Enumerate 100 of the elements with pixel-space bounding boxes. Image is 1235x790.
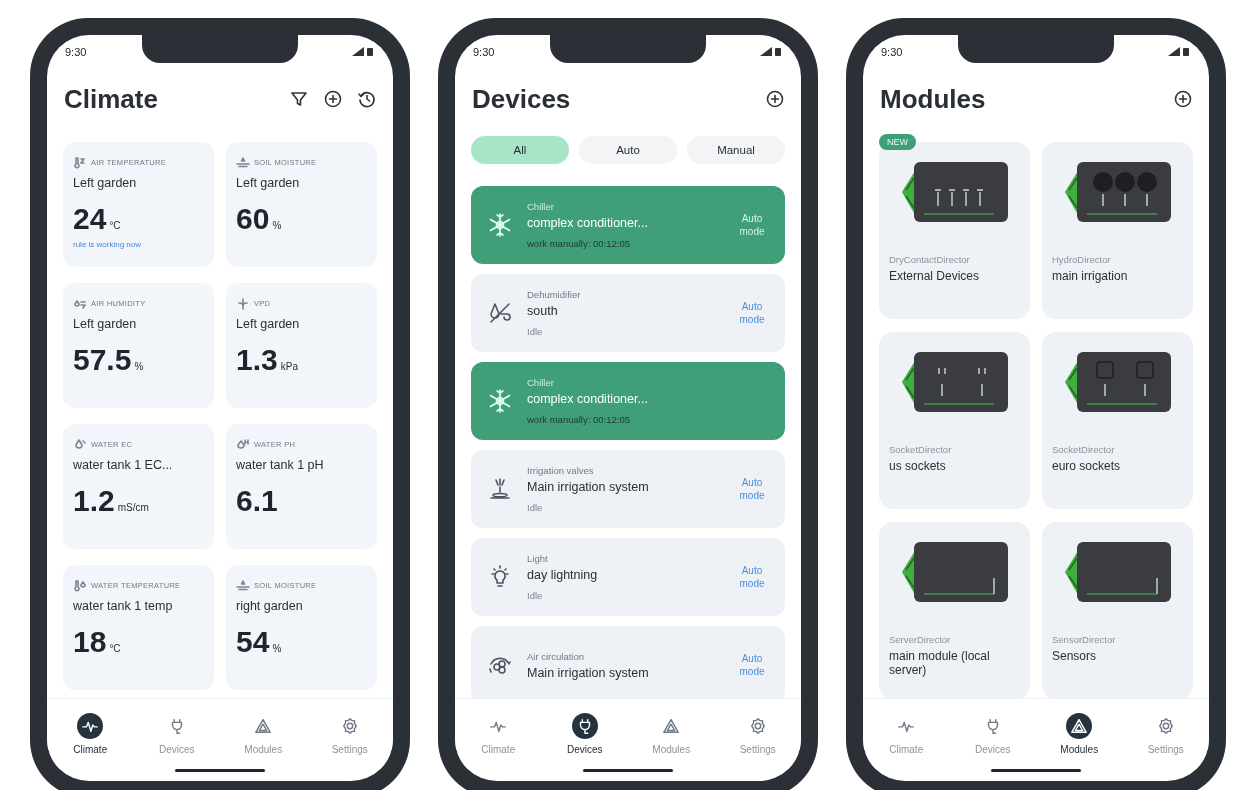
- humidity-icon: [73, 297, 87, 310]
- battery-icon: [775, 47, 781, 56]
- battery-icon: [367, 47, 373, 56]
- status-time: 9:30: [473, 45, 495, 58]
- add-icon[interactable]: [765, 89, 785, 109]
- sensor-value: 18: [73, 625, 107, 659]
- filter-tab[interactable]: All: [471, 136, 569, 164]
- device-name: south: [527, 304, 559, 318]
- module-name: main module (local server): [889, 649, 991, 677]
- sensor-location: Left garden: [236, 317, 301, 331]
- triangle-logo-icon: [1070, 717, 1089, 735]
- sensor-location: water tank 1 temp: [73, 599, 174, 613]
- snowflake-icon: [487, 212, 513, 238]
- status-time: 9:30: [65, 45, 87, 58]
- device-card[interactable]: Light day lightning Idle Auto mode: [471, 538, 785, 616]
- device-type: Dehumidifier: [527, 289, 582, 300]
- device-name: Main irrigation system: [527, 665, 650, 680]
- module-type: SensorDirector: [1052, 634, 1117, 645]
- sensor-unit: kPa: [280, 361, 298, 372]
- device-name: complex conditioner...: [527, 216, 649, 230]
- settings-icon: [748, 717, 767, 735]
- screen-title: Devices: [472, 83, 571, 115]
- new-badge: NEW: [879, 134, 916, 150]
- battery-icon: [1183, 47, 1189, 56]
- sensor-value: 1.2: [73, 484, 115, 518]
- sensor-location: Left garden: [236, 176, 301, 190]
- module-name: External Devices: [889, 269, 981, 283]
- snowflake-icon: [487, 388, 513, 414]
- filter-icon[interactable]: [289, 89, 309, 109]
- thermometer-icon: [73, 579, 87, 592]
- device-type: Chiller: [527, 377, 555, 388]
- device-card[interactable]: Air circulation Main irrigation system Auto mode: [471, 626, 785, 698]
- module-name: us sockets: [889, 459, 947, 473]
- add-icon[interactable]: [1173, 89, 1193, 109]
- module-type: DryContactDirector: [889, 254, 971, 265]
- history-icon[interactable]: [357, 89, 377, 109]
- sensor-value: 54: [236, 625, 270, 659]
- sensor-value: 57.5: [73, 343, 132, 377]
- add-icon[interactable]: [323, 89, 343, 109]
- module-card[interactable]: HydroDirector main irrigation: [1042, 142, 1193, 319]
- module-name: Sensors: [1052, 649, 1098, 663]
- device-card[interactable]: Irrigation valves Main irrigation system Idle Auto mode: [471, 450, 785, 528]
- sensor-location: Left garden: [73, 317, 138, 331]
- module-card[interactable]: SensorDirector Sensors: [1042, 522, 1193, 698]
- status-time: 9:30: [881, 45, 903, 58]
- nav-tab[interactable]: Devices: [541, 699, 628, 769]
- device-card[interactable]: Chiller complex conditioner... work manually: 00:12:05 Auto mode: [471, 186, 785, 264]
- module-card[interactable]: SocketDirector euro sockets: [1042, 332, 1193, 509]
- sensor-location: right garden: [236, 599, 304, 613]
- triangle-logo-icon: [662, 717, 681, 735]
- sensor-unit: %: [134, 361, 144, 372]
- device-name: complex conditioner...: [527, 392, 649, 406]
- device-type: Irrigation valves: [527, 465, 595, 476]
- drop-icon: [236, 438, 250, 451]
- nav-tab[interactable]: Modules: [1036, 699, 1123, 769]
- sensor-unit: °C: [109, 220, 121, 231]
- rule-status-text: rule is working now: [73, 240, 143, 249]
- device-status: Idle: [527, 590, 544, 601]
- module-type: SocketDirector: [1052, 444, 1116, 455]
- module-card[interactable]: SocketDirector us sockets: [879, 332, 1030, 509]
- soil-drop-icon: [236, 156, 250, 169]
- signal-icon: [760, 47, 772, 56]
- module-card[interactable]: ServerDirector main module (local server): [879, 522, 1030, 698]
- signal-icon: [352, 47, 364, 56]
- device-status: work manually: 00:12:05: [527, 238, 631, 249]
- device-name: Main irrigation system: [527, 480, 650, 494]
- device-type: Air circulation: [527, 650, 586, 662]
- module-type: HydroDirector: [1052, 254, 1112, 265]
- sensor-value: 1.3: [236, 343, 278, 377]
- settings-icon: [1156, 717, 1175, 735]
- sensor-unit: °C: [109, 643, 121, 654]
- device-status: work manually: 00:12:05: [527, 414, 631, 425]
- screen-title: Climate: [64, 83, 158, 115]
- wind-drop-icon: [487, 300, 513, 326]
- filter-tab[interactable]: Auto: [579, 136, 677, 164]
- sensor-value: 6.1: [236, 484, 278, 518]
- module-type: SocketDirector: [889, 444, 953, 455]
- device-type: Chiller: [527, 201, 555, 212]
- triangle-logo-icon: [254, 717, 273, 735]
- sensor-unit: mS/cm: [117, 502, 149, 513]
- filter-tab[interactable]: Manual: [687, 136, 785, 164]
- screen-title: Modules: [880, 83, 986, 115]
- device-card[interactable]: Chiller complex conditioner... work manually: 00:12:05: [471, 362, 785, 440]
- soil-drop-icon: [236, 579, 250, 592]
- device-type: Light: [527, 553, 549, 564]
- device-status: Idle: [527, 326, 544, 337]
- device-name: day lightning: [527, 568, 599, 582]
- device-status: Idle: [527, 502, 544, 513]
- nav-tab[interactable]: Climate: [47, 699, 134, 769]
- sensor-location: water tank 1 EC...: [73, 458, 174, 472]
- sensor-location: Left garden: [73, 176, 138, 190]
- thermometer-icon: [73, 156, 87, 169]
- sensor-value: 60: [236, 202, 270, 236]
- drop-icon: [73, 438, 87, 451]
- sensor-location: water tank 1 pH: [236, 458, 325, 472]
- device-card[interactable]: Dehumidifier south Idle Auto mode: [471, 274, 785, 352]
- module-name: main irrigation: [1052, 269, 1129, 283]
- sensor-value: 24: [73, 202, 107, 236]
- module-type: ServerDirector: [889, 634, 952, 645]
- module-name: euro sockets: [1052, 459, 1122, 473]
